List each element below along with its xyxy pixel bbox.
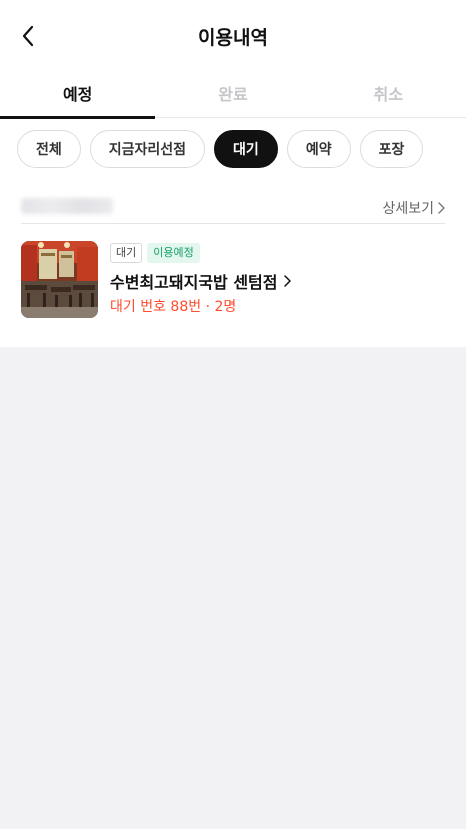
- type-badge: 대기: [110, 243, 143, 263]
- page-title: 이용내역: [198, 27, 268, 49]
- header: 이용내역: [0, 0, 466, 72]
- booking-card[interactable]: 대기 이용예정 수변최고돼지국밥 센텀점 대기 번호 88번 · 2명: [21, 241, 445, 319]
- filter-chip-seat-preoccupy[interactable]: 지금자리선점: [89, 130, 206, 168]
- chevron-right-icon: [283, 275, 291, 287]
- tab-upcoming[interactable]: 예정: [0, 70, 155, 117]
- store-name: 수변최고돼지국밥 센텀점: [110, 273, 278, 292]
- filter-chip-all[interactable]: 전체: [17, 130, 81, 168]
- section-header: 상세보기: [21, 196, 445, 224]
- status-badge: 이용예정: [147, 243, 200, 263]
- chevron-right-icon: [438, 202, 445, 214]
- filter-chips: 전체 지금자리선점 대기 예약 포장: [17, 130, 424, 168]
- filter-chip-takeout[interactable]: 포장: [359, 130, 424, 168]
- booking-badges: 대기 이용예정: [110, 243, 200, 263]
- filter-chip-waiting[interactable]: 대기: [214, 130, 278, 168]
- blurred-date: [21, 198, 113, 214]
- tab-cancelled[interactable]: 취소: [311, 70, 466, 117]
- filter-chip-reservation[interactable]: 예약: [286, 130, 351, 168]
- tab-completed[interactable]: 완료: [155, 70, 310, 117]
- active-tab-indicator: [0, 116, 155, 119]
- store-name-link[interactable]: 수변최고돼지국밥 센텀점: [110, 269, 291, 293]
- store-photo: [21, 241, 98, 318]
- queue-info: 대기 번호 88번 · 2명: [110, 299, 237, 315]
- detail-link-label: 상세보기: [382, 201, 434, 217]
- detail-link[interactable]: 상세보기: [382, 198, 445, 218]
- tab-bar: 예정 완료 취소: [0, 70, 466, 118]
- store-thumbnail[interactable]: [21, 241, 98, 318]
- content-panel: 이용내역 예정 완료 취소 전체 지금자리선점 대기 예약 포장 상세보기 대기…: [0, 0, 466, 347]
